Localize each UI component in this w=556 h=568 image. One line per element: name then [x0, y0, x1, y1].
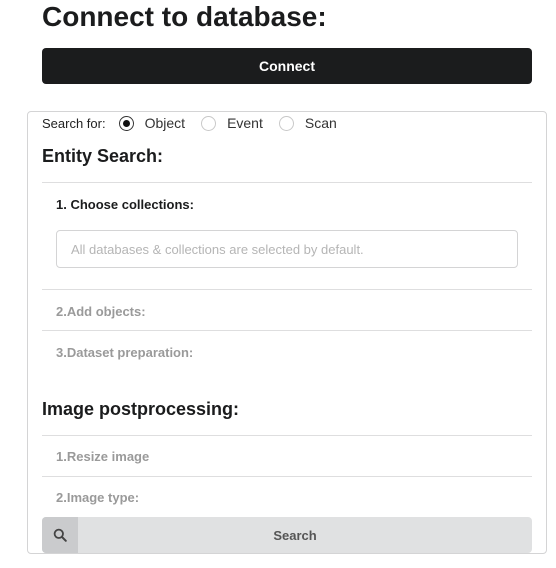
- divider: [42, 476, 532, 477]
- search-for-label: Search for:: [42, 115, 106, 131]
- radio-event[interactable]: Event: [201, 115, 263, 131]
- divider: [42, 182, 532, 183]
- entity-search-title: Entity Search:: [42, 146, 164, 166]
- collections-input[interactable]: [56, 230, 518, 268]
- step-resize-image[interactable]: 1.Resize image: [56, 449, 149, 464]
- step-choose-collections[interactable]: 1. Choose collections:: [56, 197, 194, 212]
- radio-scan-label: Scan: [304, 115, 337, 131]
- divider: [42, 435, 532, 436]
- search-for-group: Search for: Object Event Scan: [42, 114, 353, 132]
- search-icon: [42, 517, 78, 553]
- radio-event-label: Event: [227, 115, 263, 131]
- connect-button[interactable]: Connect: [42, 48, 532, 84]
- page: Connect to database: Connect Search for:…: [0, 0, 556, 568]
- search-button-label: Search: [273, 527, 317, 543]
- search-panel: Search for: Object Event Scan Entity Sea…: [27, 111, 547, 554]
- radio-scan[interactable]: Scan: [278, 115, 337, 131]
- divider: [42, 289, 532, 290]
- page-title: Connect to database:: [42, 1, 327, 32]
- radio-unchecked-icon: [201, 115, 217, 131]
- radio-checked-icon: [118, 115, 134, 131]
- step-dataset-preparation[interactable]: 3.Dataset preparation:: [56, 345, 193, 360]
- divider: [42, 330, 532, 331]
- step-add-objects[interactable]: 2.Add objects:: [56, 304, 146, 319]
- search-button[interactable]: Search: [42, 517, 532, 553]
- image-postprocessing-title: Image postprocessing:: [42, 399, 240, 419]
- step-image-type[interactable]: 2.Image type:: [56, 490, 139, 505]
- radio-object-label: Object: [144, 115, 186, 131]
- radio-unchecked-icon: [278, 115, 294, 131]
- radio-object[interactable]: Object: [118, 115, 186, 131]
